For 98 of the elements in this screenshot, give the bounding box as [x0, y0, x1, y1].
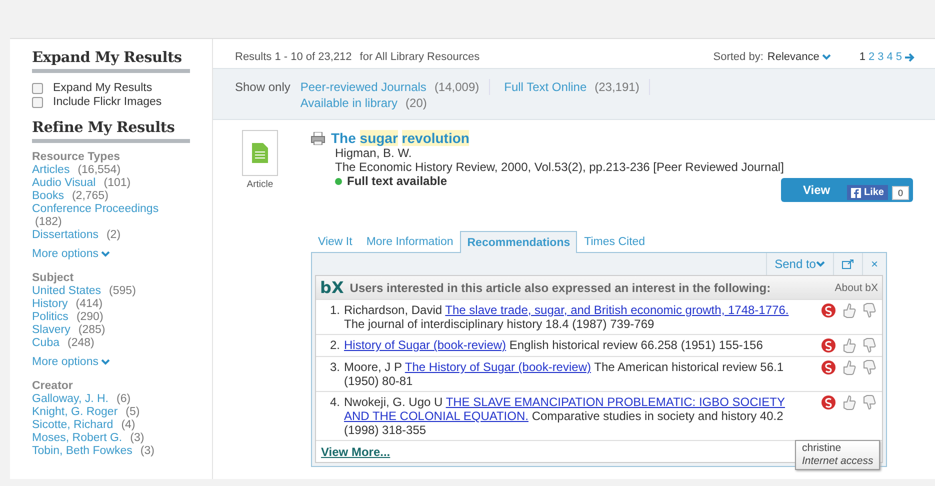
page-link[interactable]: 5 — [896, 51, 902, 63]
chevron-down-icon — [101, 251, 110, 257]
chevron-down-icon — [101, 359, 110, 365]
facet-count: (101) — [104, 177, 131, 189]
facet-link[interactable]: Audio Visual — [32, 177, 96, 189]
facet-count: (5) — [126, 406, 140, 418]
facet-link[interactable]: United States — [32, 285, 102, 297]
page-link[interactable]: 3 — [878, 51, 884, 63]
recommendation-link[interactable]: The slave trade, sugar, and British economic growth, 1748-1776. — [445, 303, 789, 317]
facet-count: (3) — [140, 445, 154, 457]
facet-title: Resource Types — [32, 151, 121, 164]
item-number: 2. — [328, 338, 340, 353]
facet-link[interactable]: Sicotte, Richard — [32, 419, 114, 431]
item-number: 3. — [328, 360, 340, 376]
view-more-link[interactable]: View More... — [321, 445, 390, 459]
facet-count: (285) — [78, 324, 106, 336]
checkbox[interactable] — [32, 82, 43, 94]
swirl-icon[interactable] — [821, 338, 836, 353]
filter-link[interactable]: Peer-reviewed Journals — [300, 80, 426, 94]
sort-label: Sorted by: — [713, 51, 764, 63]
filter-link[interactable]: Available in library — [300, 96, 398, 110]
facet-link[interactable]: Books — [32, 190, 64, 202]
facet-link[interactable]: Dissertations — [32, 229, 98, 241]
recommendation-link[interactable]: History of Sugar (book-review) — [344, 338, 506, 352]
sort-dropdown[interactable]: Relevance — [767, 51, 832, 63]
filter-link[interactable]: Full Text Online — [504, 80, 587, 94]
facet-link[interactable]: Moses, Robert G. — [32, 432, 122, 444]
printer-icon[interactable] — [311, 132, 325, 144]
facet-count: (414) — [76, 298, 103, 310]
facet-link[interactable]: Conference Proceedings — [32, 203, 212, 216]
facet-count: (2,765) — [72, 190, 108, 202]
facet-link[interactable]: History — [32, 298, 68, 310]
facet-link[interactable]: Articles — [32, 164, 70, 176]
facet-count: (2) — [106, 229, 121, 241]
facet-count: (595) — [109, 285, 136, 297]
facet-link[interactable]: Slavery — [32, 324, 70, 336]
checkbox[interactable] — [32, 96, 43, 108]
facet-count: (290) — [76, 311, 104, 323]
facet-link[interactable]: Tobin, Beth Fowkes — [32, 445, 132, 457]
item-number: 1. — [328, 303, 340, 319]
recommendation-link[interactable]: THE SLAVE EMANCIPATION PROBLEMATIC: IGBO SOCIETY — [446, 395, 785, 409]
facebook-icon — [850, 188, 861, 198]
recommendation-text: Richardson, David The slave trade, sugar, and British economic growth, 1748-1776. The journal of interdisciplinary history 18.4 (1987) 739-769 — [344, 303, 790, 331]
facet-count: (3) — [130, 432, 144, 444]
recommendation-text: Nwokeji, G. Ugo U THE SLAVE EMANCIPATION PROBLEMATIC: IGBO SOCIETY AND THE COLONIAL EQUATION. Comparative studies in society and history 40.2 (1998) 318-355 — [344, 395, 786, 437]
facet-count: (182) — [35, 216, 62, 228]
checkbox-label[interactable]: Include Flickr Images — [53, 95, 162, 109]
sidebar-heading: Expand My Results — [32, 49, 190, 73]
item-number: 4. — [328, 395, 340, 411]
tab[interactable]: More Information — [359, 230, 460, 252]
recommendation-link[interactable]: The History of Sugar (book-review) — [404, 360, 591, 374]
more-options-link[interactable]: More options — [32, 248, 110, 260]
more-options-link[interactable]: More options — [32, 356, 110, 368]
tooltip-name: christine — [802, 442, 842, 454]
tab[interactable]: Times Cited — [577, 230, 652, 252]
facet-title: Creator — [32, 380, 74, 393]
filter-count: (23,191) — [594, 80, 640, 94]
thumbs-up-icon[interactable] — [842, 338, 856, 353]
facet-count: (16,554) — [78, 164, 121, 176]
bx-logo: bX — [320, 278, 344, 297]
record-title[interactable]: The sugar revolution — [331, 130, 470, 146]
facet-count: (248) — [68, 337, 94, 349]
page-link[interactable]: 4 — [886, 51, 893, 63]
facet-link[interactable]: Politics — [32, 311, 68, 323]
facet-title: Subject — [32, 272, 75, 285]
about-link[interactable]: About bX — [834, 282, 878, 294]
thumbs-down-icon[interactable] — [862, 338, 876, 353]
status-dot — [335, 178, 342, 184]
show-only-label: Show only — [235, 79, 290, 96]
checkbox-label[interactable]: Expand My Results — [53, 81, 152, 95]
filter-count: (20) — [406, 96, 427, 110]
facet-count: (4) — [121, 419, 136, 431]
availability-status: Full text available — [347, 174, 448, 188]
page-link[interactable]: 1 — [859, 51, 866, 63]
record-source: The Economic History Review, 2000, Vol.53(2), pp.213-236 [Peer Reviewed Journal] — [335, 160, 785, 174]
tab[interactable]: Recommendations — [460, 231, 578, 253]
facet-link[interactable]: Galloway, J. H. — [32, 393, 108, 405]
recommendation-text: Moore, J P The History of Sugar (book-review) The American historical review 56.1 (1950) 80-81 — [344, 360, 785, 388]
arrow-right-icon[interactable] — [905, 51, 915, 63]
facet-count: (6) — [116, 393, 131, 405]
results-summary: Results 1 - 10 of 23,212 — [235, 51, 352, 63]
facet-link[interactable]: Cuba — [32, 337, 60, 349]
recommendations-heading: Users interested in this article also expressed an interest in the following: — [350, 280, 772, 294]
results-scope: for All Library Resources — [360, 51, 480, 63]
page-link[interactable]: 2 — [868, 51, 875, 63]
like-button[interactable]: Like — [846, 185, 888, 200]
filter-count: (14,009) — [434, 80, 480, 94]
chevron-down-icon — [816, 261, 825, 267]
recommendation-text: History of Sugar (book-review) English historical review 66.258 (1951) 155-156 — [344, 338, 764, 353]
facet-link[interactable]: Knight, G. Roger — [32, 406, 118, 418]
sidebar-heading: Refine My Results — [32, 119, 190, 143]
document-icon — [242, 130, 278, 176]
record-type: Article — [246, 179, 274, 190]
tooltip-detail: Internet access — [802, 455, 874, 468]
record-author: Higman, B. W. — [335, 146, 413, 160]
tab[interactable]: View It — [311, 230, 360, 252]
chevron-down-icon — [822, 54, 832, 60]
recommendation-link[interactable]: AND THE COLONIAL EQUATION. — [344, 409, 528, 423]
